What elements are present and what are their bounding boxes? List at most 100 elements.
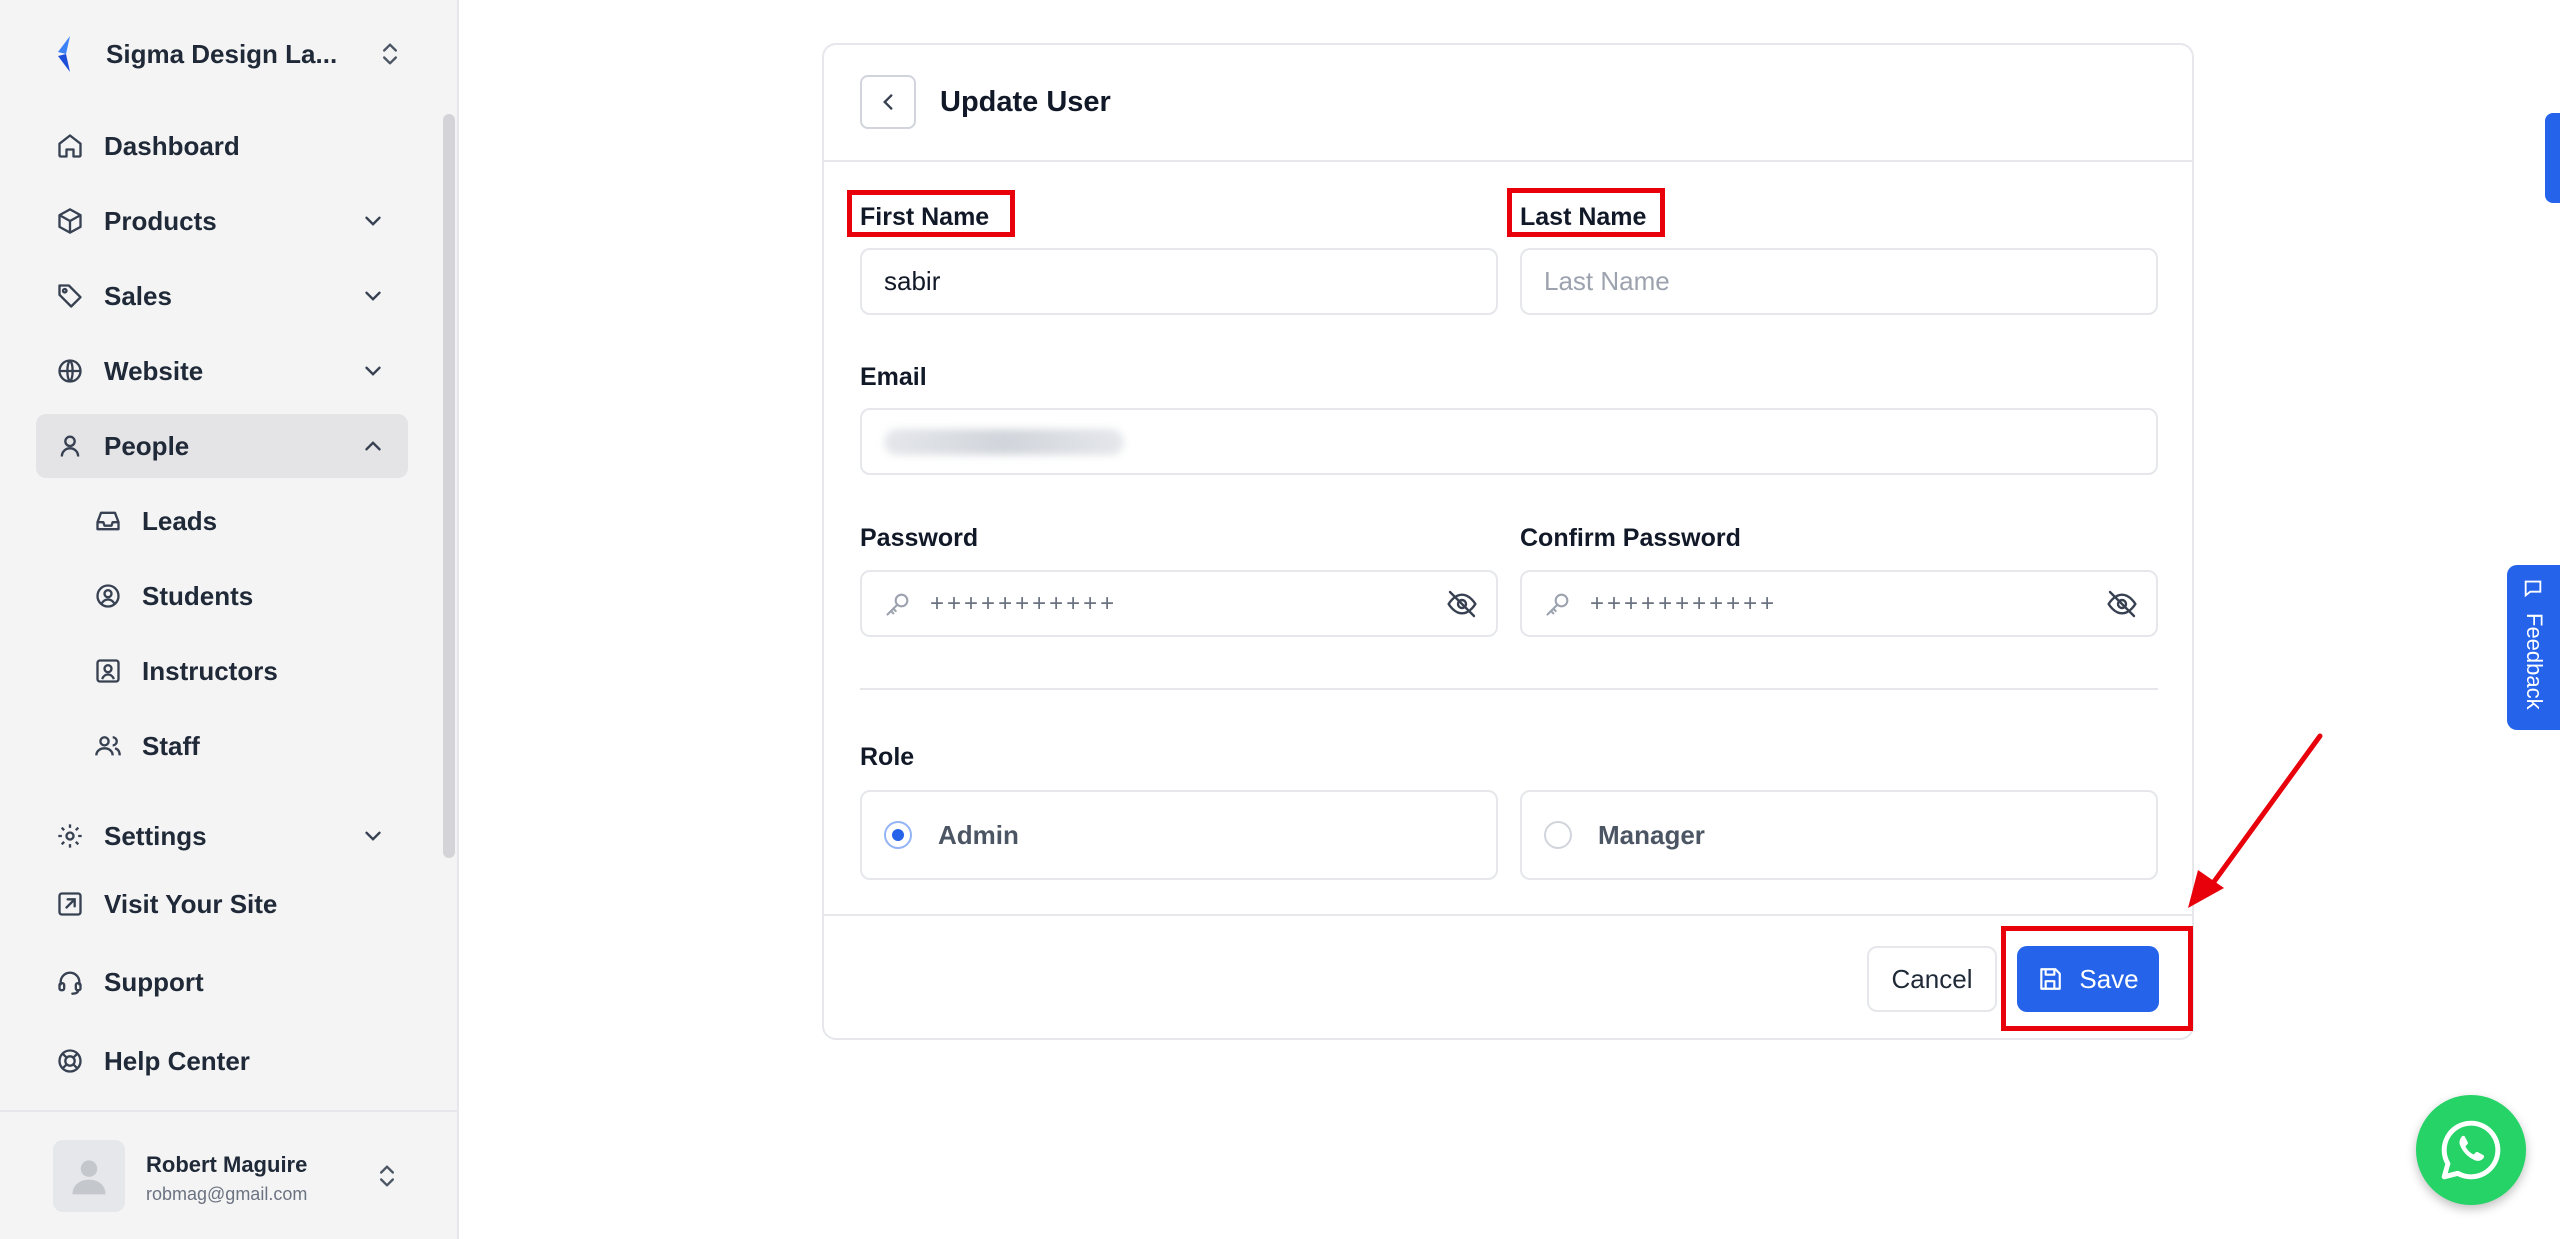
workspace-switcher[interactable]: Sigma Design La... (52, 30, 404, 78)
chevron-down-icon (365, 831, 381, 841)
last-name-label: Last Name (1520, 203, 1647, 231)
last-name-field[interactable]: Last Name (1520, 248, 2158, 315)
feedback-tab[interactable]: Feedback (2507, 565, 2560, 730)
key-icon (886, 593, 909, 616)
page-title: Update User (940, 86, 1111, 118)
eye-off-icon[interactable] (1446, 588, 1478, 620)
sidebar-item-support[interactable]: Support (36, 950, 408, 1014)
user-square-icon (96, 659, 120, 683)
sidebar-item-label: Students (142, 580, 254, 611)
box-icon (58, 208, 82, 234)
sidebar-scrollbar[interactable] (443, 114, 455, 858)
chat-bubble-icon (2524, 580, 2542, 598)
sidebar-item-label: Instructors (142, 655, 278, 686)
password-field[interactable]: +++++++++++ (860, 570, 1498, 637)
users-icon (95, 736, 121, 756)
sidebar-item-label: Staff (142, 730, 200, 761)
floppy-disk-icon (2040, 968, 2062, 990)
user-circle-icon (96, 584, 120, 608)
user-email: robmag@gmail.com (146, 1184, 308, 1204)
brand-logo-icon (58, 36, 70, 72)
last-name-placeholder: Last Name (1544, 266, 1670, 296)
save-button[interactable]: Save (2017, 946, 2159, 1012)
user-menu[interactable]: Robert Maguire robmag@gmail.com (0, 1110, 459, 1239)
role-option-manager[interactable]: Manager (1520, 790, 2158, 880)
email-label: Email (860, 363, 927, 391)
first-name-field[interactable]: sabir (860, 248, 1498, 315)
sidebar-item-label: Sales (104, 280, 172, 311)
feedback-label: Feedback (2522, 613, 2547, 710)
chevron-down-icon (365, 291, 381, 301)
sidebar-item-staff[interactable]: Staff (36, 714, 408, 778)
headset-icon (58, 971, 82, 995)
chevron-up-down-icon (383, 43, 397, 65)
sidebar-item-sales[interactable]: Sales (36, 264, 408, 328)
sidebar-item-label: Dashboard (104, 130, 240, 161)
admin-radio[interactable] (884, 821, 912, 849)
sidebar-item-instructors[interactable]: Instructors (36, 639, 408, 703)
email-field[interactable] (860, 408, 2158, 475)
sidebar-item-label: Visit Your Site (104, 888, 278, 919)
chevron-up-down-icon (380, 1165, 394, 1187)
lifebuoy-icon (58, 1049, 82, 1073)
whatsapp-chat-button[interactable] (2416, 1095, 2526, 1205)
sidebar-item-settings[interactable]: Settings (36, 804, 408, 868)
key-icon (1546, 593, 1569, 616)
sidebar-item-visit-site[interactable]: Visit Your Site (36, 872, 408, 936)
card-header: Update User (824, 45, 2192, 162)
sidebar-item-leads[interactable]: Leads (36, 489, 408, 553)
globe-icon (58, 359, 82, 383)
home-icon (58, 134, 82, 158)
role-option-label: Admin (938, 819, 1019, 850)
update-user-card: Update User First Name Last Name sabir L… (822, 43, 2194, 1040)
sidebar-item-label: Products (104, 205, 217, 236)
password-label: Password (860, 524, 979, 552)
sidebar-item-help-center[interactable]: Help Center (36, 1029, 408, 1093)
save-label: Save (2079, 963, 2139, 994)
sidebar-item-label: Website (104, 355, 204, 386)
user-name: Robert Maguire (146, 1152, 308, 1177)
sidebar-item-label: Settings (104, 820, 207, 851)
cancel-button[interactable]: Cancel (1867, 946, 1997, 1012)
gear-icon (58, 824, 82, 848)
role-option-label: Manager (1598, 819, 1705, 850)
back-button[interactable] (860, 75, 916, 129)
annotation-arrow (2188, 733, 2323, 908)
sidebar-item-label: People (104, 430, 190, 461)
sidebar: Sigma Design La... Dashboard Products Sa… (0, 0, 459, 1239)
workspace-name: Sigma Design La... (106, 38, 338, 69)
first-name-label: First Name (860, 203, 990, 231)
avatar (53, 1140, 125, 1212)
sidebar-item-label: Support (104, 966, 204, 997)
side-panel-tab[interactable] (2545, 113, 2560, 203)
sidebar-item-students[interactable]: Students (36, 564, 408, 628)
sidebar-item-dashboard[interactable]: Dashboard (36, 114, 408, 178)
sidebar-item-label: Help Center (104, 1045, 250, 1076)
tag-icon (58, 284, 82, 308)
sidebar-item-label: Leads (142, 505, 218, 536)
manager-radio[interactable] (1544, 821, 1572, 849)
sidebar-item-website[interactable]: Website (36, 339, 408, 403)
inbox-icon (96, 511, 120, 531)
chevron-down-icon (365, 366, 381, 376)
sidebar-item-products[interactable]: Products (36, 189, 408, 253)
eye-off-icon[interactable] (2106, 588, 2138, 620)
confirm-password-label: Confirm Password (1520, 524, 1741, 552)
external-link-icon (58, 892, 82, 916)
chevron-down-icon (365, 216, 381, 226)
section-divider (860, 688, 2158, 690)
role-label: Role (860, 743, 915, 771)
sidebar-item-people[interactable]: People (36, 414, 408, 478)
role-option-admin[interactable]: Admin (860, 790, 1498, 880)
footer-divider (824, 914, 2192, 916)
confirm-password-field[interactable]: +++++++++++ (1520, 570, 2158, 637)
password-value: +++++++++++ (930, 589, 1118, 617)
user-placeholder-icon (72, 1160, 106, 1195)
email-value-blurred (884, 428, 1124, 455)
first-name-value: sabir (884, 266, 941, 296)
confirm-password-value: +++++++++++ (1590, 589, 1778, 617)
chevron-left-icon (883, 94, 893, 110)
chevron-up-icon (365, 441, 381, 451)
whatsapp-icon (2441, 1120, 2501, 1180)
user-icon (60, 435, 80, 457)
